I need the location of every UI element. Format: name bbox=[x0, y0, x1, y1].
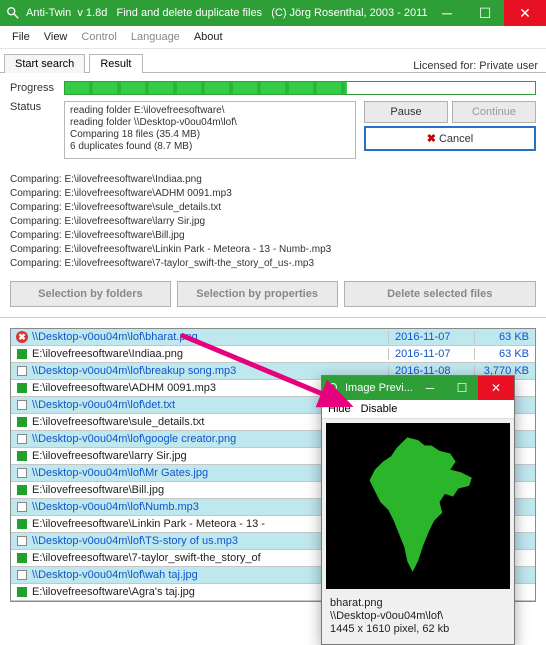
app-icon bbox=[6, 6, 20, 20]
cancel-button[interactable]: ✖Cancel bbox=[364, 126, 536, 151]
progress-bar bbox=[64, 81, 536, 95]
file-path: E:\ilovefreesoftware\sule_details.txt bbox=[32, 416, 204, 428]
window-title: Anti-Twin v 1.8d Find and delete duplica… bbox=[26, 7, 428, 19]
file-path: \\Desktop-v0ou04m\lof\Numb.mp3 bbox=[32, 501, 199, 513]
keep-mark-icon[interactable] bbox=[17, 553, 27, 563]
unselected-mark-icon[interactable] bbox=[17, 536, 27, 546]
comparing-line: Comparing: E:\ilovefreesoftware\sule_det… bbox=[10, 201, 536, 215]
menu-file[interactable]: File bbox=[6, 29, 36, 45]
keep-mark-icon[interactable] bbox=[17, 519, 27, 529]
file-path: E:\ilovefreesoftware\larry Sir.jpg bbox=[32, 450, 187, 462]
menu-language[interactable]: Language bbox=[125, 29, 186, 45]
comparing-line: Comparing: E:\ilovefreesoftware\larry Si… bbox=[10, 215, 536, 229]
tab-result[interactable]: Result bbox=[89, 54, 142, 73]
file-date: 2016-11-07 bbox=[389, 348, 475, 360]
file-path: \\Desktop-v0ou04m\lof\breakup song.mp3 bbox=[32, 365, 236, 377]
comparing-line: Comparing: E:\ilovefreesoftware\Bill.jpg bbox=[10, 229, 536, 243]
comparing-line: Comparing: E:\ilovefreesoftware\Linkin P… bbox=[10, 243, 536, 257]
unselected-mark-icon[interactable] bbox=[17, 400, 27, 410]
minimize-button[interactable]: ─ bbox=[428, 0, 466, 26]
comparing-log: Comparing: E:\ilovefreesoftware\Indiaa.p… bbox=[0, 169, 546, 277]
selection-by-properties-button[interactable]: Selection by properties bbox=[177, 281, 338, 307]
selection-by-folders-button[interactable]: Selection by folders bbox=[10, 281, 171, 307]
preview-filename: bharat.png bbox=[330, 597, 506, 610]
menu-control[interactable]: Control bbox=[75, 29, 122, 45]
titlebar: Anti-Twin v 1.8d Find and delete duplica… bbox=[0, 0, 546, 26]
results-table[interactable]: Image Previ... ─ ☐ ✕ Hide Disable bharat… bbox=[10, 328, 536, 602]
file-path: \\Desktop-v0ou04m\lof\google creator.png bbox=[32, 433, 236, 445]
keep-mark-icon[interactable] bbox=[17, 451, 27, 461]
file-size: 63 KB bbox=[475, 348, 535, 360]
menu-about[interactable]: About bbox=[188, 29, 229, 45]
file-path: E:\ilovefreesoftware\Indiaa.png bbox=[32, 348, 183, 360]
status-label: Status bbox=[10, 101, 64, 113]
pause-button[interactable]: Pause bbox=[364, 101, 448, 123]
unselected-mark-icon[interactable] bbox=[17, 366, 27, 376]
tab-start-search[interactable]: Start search bbox=[4, 54, 85, 73]
comparing-line: Comparing: E:\ilovefreesoftware\ADHM 009… bbox=[10, 187, 536, 201]
unselected-mark-icon[interactable] bbox=[17, 502, 27, 512]
preview-hide-button[interactable]: Hide bbox=[328, 403, 351, 415]
file-path: E:\ilovefreesoftware\Agra's taj.jpg bbox=[32, 586, 195, 598]
keep-mark-icon[interactable] bbox=[17, 349, 27, 359]
preview-close-button[interactable]: ✕ bbox=[478, 376, 514, 400]
menubar: File View Control Language About bbox=[0, 26, 546, 49]
file-path: E:\ilovefreesoftware\ADHM 0091.mp3 bbox=[32, 382, 216, 394]
file-path: \\Desktop-v0ou04m\lof\TS-story of us.mp3 bbox=[32, 535, 238, 547]
preview-minimize-button[interactable]: ─ bbox=[414, 381, 446, 395]
preview-maximize-button[interactable]: ☐ bbox=[446, 381, 478, 395]
file-path: E:\ilovefreesoftware\Linkin Park - Meteo… bbox=[32, 518, 265, 530]
progress-label: Progress bbox=[10, 82, 64, 94]
maximize-button[interactable]: ☐ bbox=[466, 0, 504, 26]
close-button[interactable]: ✕ bbox=[504, 0, 546, 26]
file-path: E:\ilovefreesoftware\Bill.jpg bbox=[32, 484, 164, 496]
file-path: \\Desktop-v0ou04m\lof\bharat.png bbox=[32, 331, 198, 343]
file-path: E:\ilovefreesoftware\7-taylor_swift-the_… bbox=[32, 552, 261, 564]
continue-button[interactable]: Continue bbox=[452, 101, 536, 123]
image-preview-window[interactable]: Image Previ... ─ ☐ ✕ Hide Disable bharat… bbox=[321, 375, 515, 645]
preview-app-icon bbox=[328, 382, 340, 394]
unselected-mark-icon[interactable] bbox=[17, 468, 27, 478]
preview-dimensions: 1445 x 1610 pixel, 62 kb bbox=[330, 623, 506, 636]
file-path: \\Desktop-v0ou04m\lof\det.txt bbox=[32, 399, 175, 411]
keep-mark-icon[interactable] bbox=[17, 485, 27, 495]
preview-folder: \\Desktop-v0ou04m\lof\ bbox=[330, 610, 506, 623]
keep-mark-icon[interactable] bbox=[17, 417, 27, 427]
file-date: 2016-11-07 bbox=[389, 331, 475, 343]
delete-mark-icon[interactable]: ✖ bbox=[16, 331, 28, 343]
unselected-mark-icon[interactable] bbox=[17, 434, 27, 444]
delete-selected-button[interactable]: Delete selected files bbox=[344, 281, 537, 307]
result-row[interactable]: E:\ilovefreesoftware\Indiaa.png 2016-11-0… bbox=[11, 346, 535, 363]
keep-mark-icon[interactable] bbox=[17, 383, 27, 393]
result-row[interactable]: ✖ \\Desktop-v0ou04m\lof\bharat.png 2016-11… bbox=[11, 329, 535, 346]
file-size: 63 KB bbox=[475, 331, 535, 343]
file-path: \\Desktop-v0ou04m\lof\Mr Gates.jpg bbox=[32, 467, 208, 479]
preview-disable-button[interactable]: Disable bbox=[361, 403, 398, 415]
preview-image bbox=[326, 423, 510, 589]
comparing-line: Comparing: E:\ilovefreesoftware\7-taylor… bbox=[10, 257, 536, 271]
status-log[interactable]: reading folder E:\ilovefreesoftware\ rea… bbox=[64, 101, 356, 159]
file-path: \\Desktop-v0ou04m\lof\wah taj.jpg bbox=[32, 569, 198, 581]
preview-title: Image Previ... bbox=[345, 382, 414, 394]
license-text: Licensed for: Private user bbox=[413, 60, 546, 72]
menu-view[interactable]: View bbox=[38, 29, 74, 45]
cancel-icon: ✖ bbox=[427, 133, 436, 145]
keep-mark-icon[interactable] bbox=[17, 587, 27, 597]
comparing-line: Comparing: E:\ilovefreesoftware\Indiaa.p… bbox=[10, 173, 536, 187]
unselected-mark-icon[interactable] bbox=[17, 570, 27, 580]
tabs: Start search Result Licensed for: Privat… bbox=[0, 49, 546, 73]
